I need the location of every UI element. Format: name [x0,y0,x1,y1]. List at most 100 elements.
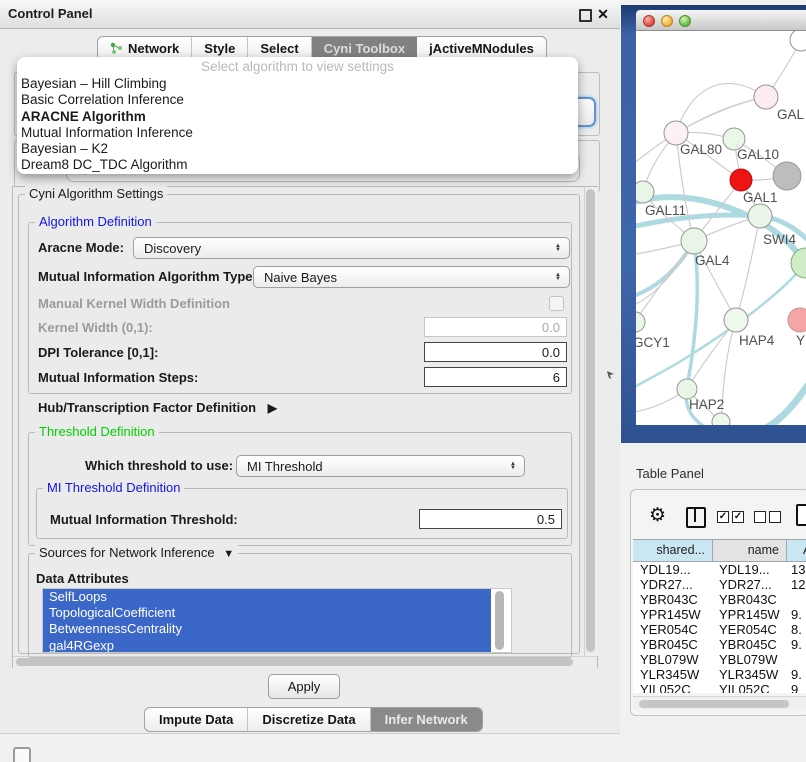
mi-steps-field[interactable]: 6 [424,367,567,387]
page-icon[interactable] [796,504,806,526]
table-row[interactable]: YBR045CYBR045C9. [633,637,806,652]
network-window: GALGAL80GAL10GAL1GAL11SWI4GAL4GCY1HAP4YH… [636,10,806,425]
algorithm-option[interactable]: Mutual Information Inference [21,125,574,141]
float-window-icon[interactable] [579,9,592,22]
column-header-shared[interactable]: shared... [633,540,713,561]
group-title: Threshold Definition [35,424,159,439]
collapse-down-icon[interactable]: ▼ [223,548,234,560]
checkbox-unchecked-icon[interactable] [769,511,781,523]
table-row[interactable]: YBR043CYBR043C [633,592,806,607]
network-node[interactable] [724,308,748,332]
algorithm-options: Bayesian – Hill ClimbingBasic Correlatio… [21,76,574,174]
table-cell: YER054C [633,622,713,637]
table-body: YDL19...YDL19...13YDR27...YDR27...12YBR0… [633,562,806,693]
network-node[interactable] [773,162,801,190]
tab-discretize-data[interactable]: Discretize Data [248,708,370,731]
network-node[interactable] [677,379,697,399]
network-node[interactable] [791,248,806,278]
control-panel-titlebar: Control Panel ✕ [0,0,620,29]
network-node-label: HAP4 [739,333,775,348]
checkbox-checked-icon[interactable]: ✓ [717,511,729,523]
table-row[interactable]: YBL079WYBL079W [633,652,806,667]
table-row[interactable]: YPR145WYPR145W9. [633,607,806,622]
network-node[interactable] [748,204,772,228]
network-node[interactable] [790,31,806,51]
network-node[interactable] [754,85,778,109]
combo-spinner-icon: ▲▼ [549,244,569,253]
table-row[interactable]: YDL19...YDL19...13 [633,562,806,577]
network-icon [110,42,123,55]
mouse-cursor [607,371,615,379]
collapse-right-icon[interactable]: ▶ [268,401,277,415]
data-attribute-item[interactable]: gal4RGexp [43,638,491,653]
table-header: shared... name A [633,539,806,562]
group-title: MI Threshold Definition [43,480,184,495]
mi-type-select[interactable]: Naive Bayes ▲▼ [253,266,570,288]
table-cell [787,652,806,667]
algorithm-option[interactable]: Bayesian – K2 [21,141,574,157]
column-header-name[interactable]: name [713,540,787,561]
checkbox-checked-icon[interactable]: ✓ [732,511,744,523]
dpi-tolerance-field[interactable]: 0.0 [424,342,567,362]
window-minimize-icon[interactable] [661,15,673,27]
table-cell: 12 [787,577,806,592]
data-attribute-item[interactable]: TopologicalCoefficient [43,605,491,621]
list-scrollbar-thumb[interactable] [495,591,504,650]
combo-spinner-icon: ▲▼ [549,273,569,282]
table-row[interactable]: YER054CYER054C8. [633,622,806,637]
which-threshold-select[interactable]: MI Threshold ▲▼ [236,455,525,477]
column-header-clipped[interactable]: A [787,540,806,561]
table-cell [787,592,806,607]
docked-window-icon[interactable] [13,747,31,762]
mi-steps-label: Mutual Information Steps: [38,370,198,385]
tab-impute-data[interactable]: Impute Data [145,708,248,731]
mi-threshold-field[interactable]: 0.5 [419,509,562,529]
table-cell: YLR345W [633,667,713,682]
kernel-width-field[interactable]: 0.0 [424,317,567,337]
cyni-bottom-tabbar: Impute Data Discretize Data Infer Networ… [144,707,483,732]
apply-button[interactable]: Apply [268,674,340,699]
dropdown-placeholder: Select algorithm to view settings [17,59,578,74]
checkbox-unchecked-icon[interactable] [754,511,766,523]
table-row[interactable]: YDR27...YDR27...12 [633,577,806,592]
window-close-icon[interactable] [643,15,655,27]
network-window-titlebar[interactable] [636,10,806,31]
aracne-mode-label: Aracne Mode: [38,240,124,255]
network-canvas[interactable]: GALGAL80GAL10GAL1GAL11SWI4GAL4GCY1HAP4YH… [636,31,806,425]
tab-infer-network[interactable]: Infer Network [371,708,482,731]
manual-kernel-checkbox[interactable] [549,296,564,311]
network-node[interactable] [681,228,707,254]
table-row[interactable]: YIL052CYIL052C9 [633,682,806,693]
algorithm-option[interactable]: Dream8 DC_TDC Algorithm [21,157,574,173]
network-node[interactable] [730,169,752,191]
network-node[interactable] [788,308,806,332]
data-attributes-list[interactable]: SelfLoopsTopologicalCoefficientBetweenne… [42,588,512,653]
table-cell: 9. [787,667,806,682]
hub-section-toggle[interactable]: Hub/Transcription Factor Definition ▶ [38,400,277,415]
algorithm-option[interactable]: Basic Correlation Inference [21,92,574,108]
data-attribute-item[interactable]: BetweennessCentrality [43,621,491,637]
vertical-scrollbar-thumb[interactable] [586,189,595,652]
control-panel-window: Control Panel ✕ Network Style Select Cyn… [0,0,620,734]
horizontal-scrollbar-thumb[interactable] [16,658,573,666]
algorithm-option[interactable]: ARACNE Algorithm [21,109,574,125]
table-cell: 9. [787,637,806,652]
table-row[interactable]: YLR345WYLR345W9. [633,667,806,682]
columns-icon[interactable] [686,507,706,528]
data-attribute-item[interactable]: SelfLoops [43,589,491,605]
network-node[interactable] [636,181,654,203]
algorithm-option[interactable]: Bayesian – Hill Climbing [21,76,574,92]
network-node[interactable] [712,413,730,425]
close-icon[interactable]: ✕ [595,5,611,23]
window-zoom-icon[interactable] [679,15,691,27]
gear-icon[interactable]: ⚙ [649,505,666,527]
aracne-mode-select[interactable]: Discovery ▲▼ [133,237,570,259]
table-scrollbar-thumb[interactable] [639,700,789,708]
table-cell: 8. [787,622,806,637]
list-scrollbar[interactable] [494,590,506,651]
network-node[interactable] [636,312,645,332]
table-cell: YDL19... [633,562,713,577]
data-attributes-label: Data Attributes [36,571,129,586]
sources-toggle[interactable]: Sources for Network Inference ▼ [35,545,238,560]
table-horizontal-scrollbar[interactable] [633,696,806,710]
